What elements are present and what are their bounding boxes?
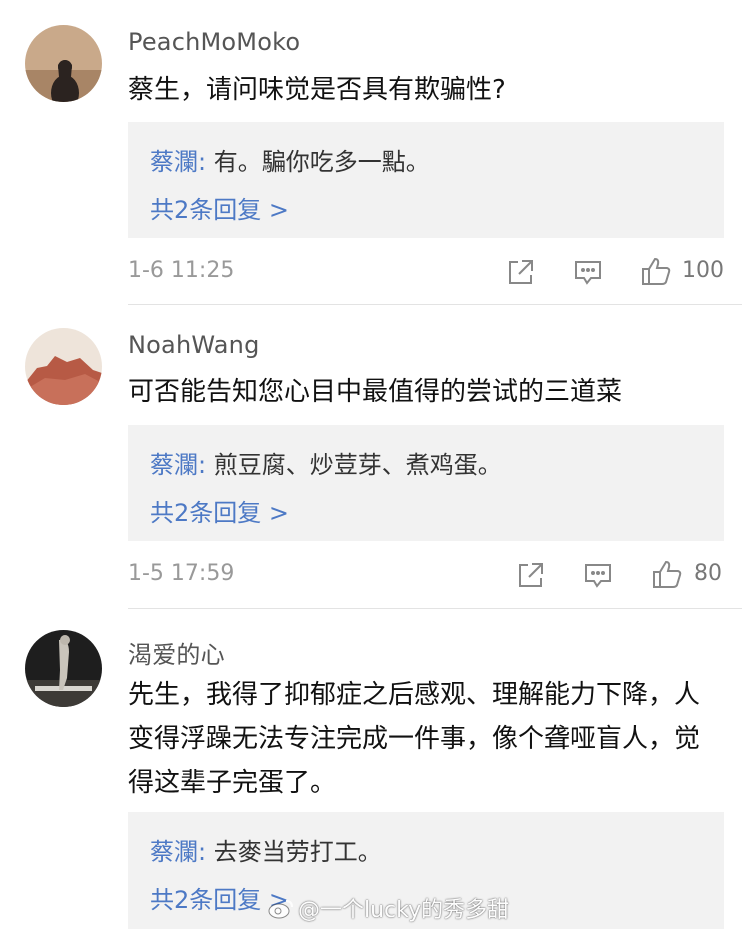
weibo-logo-icon <box>268 899 294 919</box>
reply-line: 蔡瀾: 有。騙你吃多一點。 <box>150 142 430 177</box>
like-count: 100 <box>682 258 724 283</box>
avatar[interactable] <box>25 328 102 405</box>
reply-text: 有。騙你吃多一點。 <box>206 148 430 176</box>
comment-text: 蔡生，请问味觉是否具有欺骗性? <box>128 75 506 105</box>
reply-line: 蔡瀾: 煎豆腐、炒荳芽、煮鸡蛋。 <box>150 445 502 480</box>
reply-box[interactable]: 蔡瀾: 煎豆腐、炒荳芽、煮鸡蛋。 共2条回复 > <box>128 425 724 541</box>
reply-box[interactable]: 蔡瀾: 有。騙你吃多一點。 共2条回复 > <box>128 122 724 238</box>
comment-icon[interactable] <box>573 257 603 287</box>
comment-text: 先生，我得了抑郁症之后感观、理解能力下降，人变得浮躁无法专注完成一件事，像个聋哑… <box>128 680 701 798</box>
watermark: @一个lucky的秀多甜 <box>268 892 509 924</box>
reply-author[interactable]: 蔡瀾: <box>150 148 206 176</box>
username[interactable]: PeachMoMoko <box>128 28 300 56</box>
timestamp: 1-5 17:59 <box>128 561 235 586</box>
comment-3: 渴爱的心 先生，我得了抑郁症之后感观、理解能力下降，人变得浮躁无法专注完成一件事… <box>0 608 742 929</box>
watermark-text: @一个lucky的秀多甜 <box>298 898 510 923</box>
share-icon[interactable] <box>516 560 546 590</box>
like-icon[interactable] <box>651 558 682 588</box>
comment-text: 可否能告知您心目中最值得的尝试的三道菜 <box>128 377 623 407</box>
share-icon[interactable] <box>506 257 536 287</box>
username[interactable]: 渴爱的心 <box>128 635 225 670</box>
view-replies-link[interactable]: 共2条回复 > <box>150 493 289 528</box>
reply-text: 去麥当劳打工。 <box>206 838 382 866</box>
comment-icon[interactable] <box>583 560 613 590</box>
like-count: 80 <box>694 561 722 586</box>
comment-meta: 1-6 11:25 100 <box>0 253 742 293</box>
username[interactable]: NoahWang <box>128 331 260 359</box>
like-icon[interactable] <box>640 255 671 285</box>
view-replies-link[interactable]: 共2条回复 > <box>150 190 289 225</box>
avatar[interactable] <box>25 25 102 102</box>
reply-line: 蔡瀾: 去麥当劳打工。 <box>150 832 382 867</box>
reply-author[interactable]: 蔡瀾: <box>150 838 206 866</box>
comment-meta: 1-5 17:59 80 <box>0 556 742 596</box>
comment-1: PeachMoMoko 蔡生，请问味觉是否具有欺骗性? 蔡瀾: 有。騙你吃多一點… <box>0 0 742 305</box>
avatar[interactable] <box>25 630 102 707</box>
timestamp: 1-6 11:25 <box>128 258 235 283</box>
comment-2: NoahWang 可否能告知您心目中最值得的尝试的三道菜 蔡瀾: 煎豆腐、炒荳芽… <box>0 305 742 609</box>
reply-text: 煎豆腐、炒荳芽、煮鸡蛋。 <box>206 451 502 479</box>
reply-author[interactable]: 蔡瀾: <box>150 451 206 479</box>
